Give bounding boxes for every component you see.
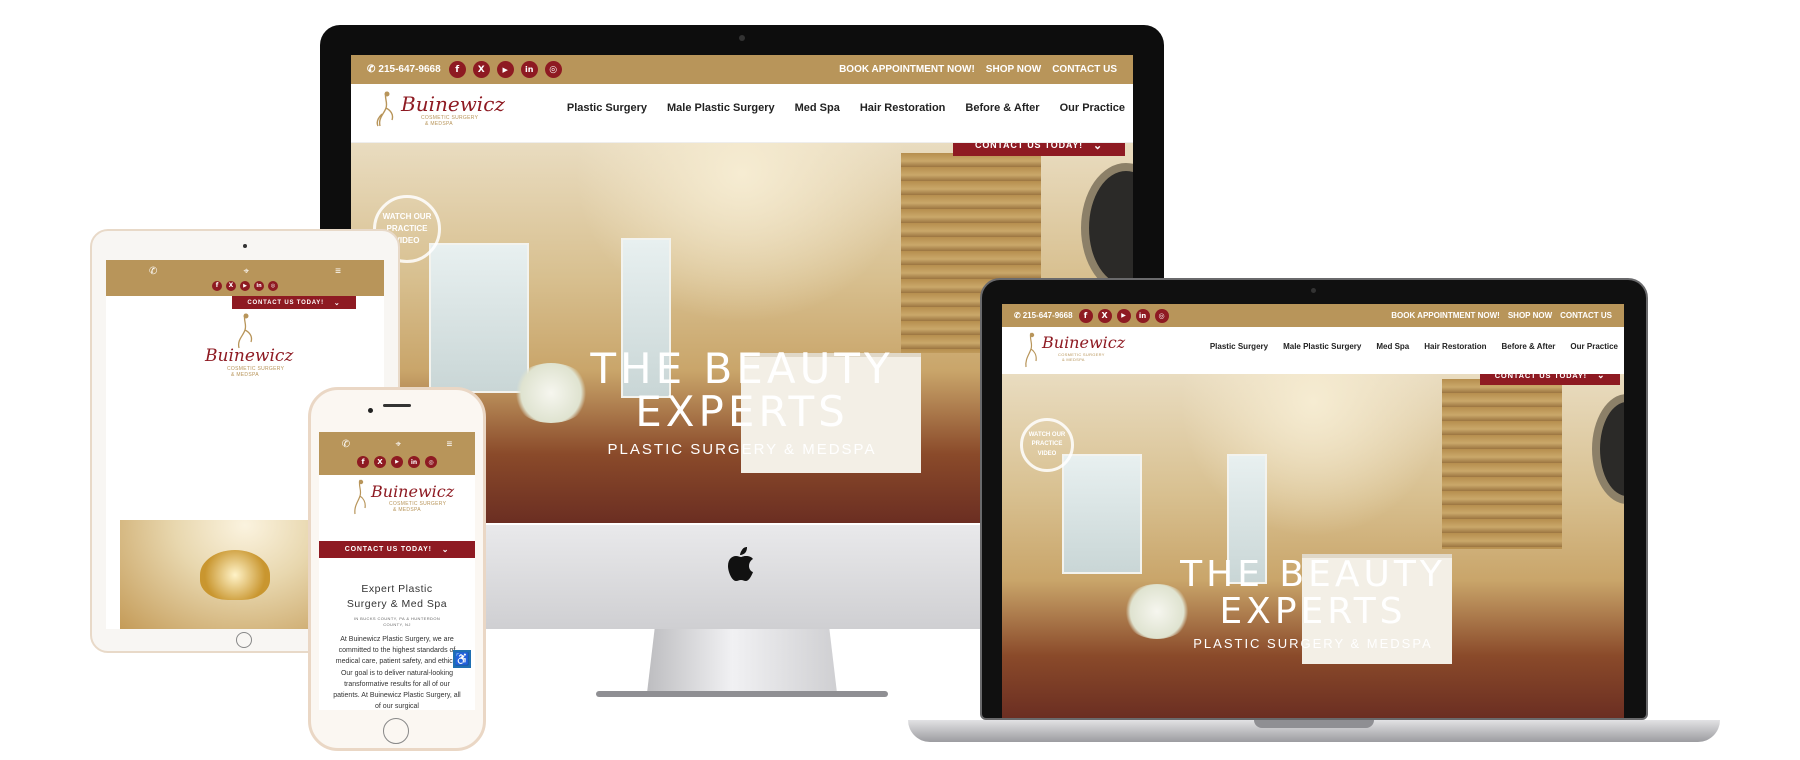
nav-hair-restoration[interactable]: Hair Restoration xyxy=(1424,342,1486,351)
contact-us-link[interactable]: CONTACT US xyxy=(1052,64,1117,75)
nav-hair-restoration[interactable]: Hair Restoration xyxy=(860,102,946,114)
tablet-camera xyxy=(243,244,247,248)
main-nav: Plastic Surgery Male Plastic Surgery Med… xyxy=(1210,342,1618,351)
facebook-icon[interactable]: f xyxy=(357,456,369,468)
nav-our-practice[interactable]: Our Practice xyxy=(1570,342,1618,351)
instagram-icon[interactable]: ◎ xyxy=(1154,308,1169,323)
youtube-icon[interactable]: ▶ xyxy=(496,61,514,78)
x-icon[interactable]: X xyxy=(1097,308,1112,323)
nav-plastic-surgery[interactable]: Plastic Surgery xyxy=(567,102,647,114)
instagram-icon[interactable]: ◎ xyxy=(268,280,278,291)
nav-before-after[interactable]: Before & After xyxy=(965,102,1039,114)
top-bar: ✆ 215-647-9668 f X ▶ in ◎ BOOK APPOINTME… xyxy=(1002,304,1624,327)
x-icon[interactable]: X xyxy=(374,456,386,468)
tablet-home-button xyxy=(236,632,252,648)
contact-us-today-button[interactable]: CONTACT US TODAY! ⌄ xyxy=(953,143,1125,156)
laptop-screen: ✆ 215-647-9668 f X ▶ in ◎ BOOK APPOINTME… xyxy=(1002,304,1624,718)
main-nav: Plastic Surgery Male Plastic Surgery Med… xyxy=(567,102,1125,114)
social-icons: f X ▶ in ◎ xyxy=(448,61,562,78)
contact-us-link[interactable]: CONTACT US xyxy=(1560,311,1612,320)
contact-us-today-button[interactable]: CONTACT US TODAY! ⌄ xyxy=(319,541,475,558)
nav-before-after[interactable]: Before & After xyxy=(1501,342,1555,351)
header: Buinewicz COSMETIC SURGERY & MEDSPA Plas… xyxy=(1002,327,1624,374)
x-icon[interactable]: X xyxy=(472,61,490,78)
header: Buinewicz COSMETIC SURGERY & MEDSPA Plas… xyxy=(351,84,1133,143)
phone-icon[interactable]: ✆ xyxy=(342,439,350,450)
imac-camera xyxy=(739,35,745,41)
hero: WATCH OUR PRACTICE VIDEO THE BEAUTY EXPERT… xyxy=(1002,374,1624,718)
contact-us-today-button[interactable]: CONTACT US TODAY! ⌄ xyxy=(232,296,356,309)
logo[interactable]: Buinewicz COSMETIC SURGERY & MEDSPA xyxy=(1020,331,1125,371)
phone-number[interactable]: 215-647-9668 xyxy=(378,64,440,75)
apple-logo-icon xyxy=(725,545,759,585)
laptop-device: ✆ 215-647-9668 f X ▶ in ◎ BOOK APPOINTME… xyxy=(908,278,1720,750)
instagram-icon[interactable]: ◎ xyxy=(425,456,437,468)
logo[interactable]: Buinewicz COSMETIC SURGERY & MEDSPA xyxy=(373,90,505,136)
logo-subtitle-2: & MEDSPA xyxy=(425,121,453,127)
watch-video-button[interactable]: WATCH OUR PRACTICE VIDEO xyxy=(1020,418,1074,472)
contact-us-today-button[interactable]: CONTACT US TODAY! ⌄ xyxy=(1480,374,1620,385)
phone-home-button xyxy=(383,718,409,744)
phone-screen: ✆ ⌖ ≡ f X ▶ in ◎ Buinewicz COSMETIC SURG… xyxy=(319,432,475,710)
hero-title-line1: THE BEAUTY xyxy=(1180,554,1446,595)
nav-male-plastic-surgery[interactable]: Male Plastic Surgery xyxy=(1283,342,1361,351)
logo-name: Buinewicz xyxy=(401,92,505,116)
menu-icon[interactable]: ≡ xyxy=(446,439,452,450)
nav-med-spa[interactable]: Med Spa xyxy=(1376,342,1409,351)
laptop-notch xyxy=(1254,720,1374,728)
youtube-icon[interactable]: ▶ xyxy=(240,280,250,291)
accessibility-icon[interactable]: ♿ xyxy=(453,650,471,668)
laptop-camera xyxy=(1311,288,1316,293)
facebook-icon[interactable]: f xyxy=(212,280,222,291)
phone-speaker xyxy=(383,404,411,407)
chandelier-image xyxy=(200,550,270,600)
hero-subtitle: PLASTIC SURGERY & MEDSPA xyxy=(1193,636,1433,651)
linkedin-icon[interactable]: in xyxy=(254,280,264,291)
location-text: IN BUCKS COUNTY, PA & HUNTERDON COUNTY, … xyxy=(353,616,441,628)
hero-title-line2: EXPERTS xyxy=(1219,591,1407,632)
shop-now-link[interactable]: SHOP NOW xyxy=(1508,311,1552,320)
instagram-icon[interactable]: ◎ xyxy=(544,61,562,78)
phone-icon[interactable]: ✆ xyxy=(149,266,157,277)
phone-device: ✆ ⌖ ≡ f X ▶ in ◎ Buinewicz COSMETIC SURG… xyxy=(308,387,486,751)
facebook-icon[interactable]: f xyxy=(448,61,466,78)
tablet-top-bar: ✆ ⌖ ≡ f X ▶ in ◎ xyxy=(106,260,384,296)
phone-top-bar: ✆ ⌖ ≡ f X ▶ in ◎ xyxy=(319,432,475,475)
imac-stand xyxy=(647,629,837,693)
menu-icon[interactable]: ≡ xyxy=(335,266,341,277)
linkedin-icon[interactable]: in xyxy=(1135,308,1150,323)
imac-stand-foot xyxy=(596,691,888,697)
book-appointment-link[interactable]: BOOK APPOINTMENT NOW! xyxy=(1391,311,1500,320)
youtube-icon[interactable]: ▶ xyxy=(391,456,403,468)
section-heading: Expert Plastic Surgery & Med Spa xyxy=(346,583,448,610)
location-pin-icon[interactable]: ⌖ xyxy=(243,266,249,277)
logo[interactable]: Buinewicz COSMETIC SURGERY & MEDSPA xyxy=(201,312,293,382)
nav-male-plastic-surgery[interactable]: Male Plastic Surgery xyxy=(667,102,775,114)
nav-med-spa[interactable]: Med Spa xyxy=(795,102,840,114)
nav-plastic-surgery[interactable]: Plastic Surgery xyxy=(1210,342,1268,351)
linkedin-icon[interactable]: in xyxy=(408,456,420,468)
intro-paragraph: At Buinewicz Plastic Surgery, we are com… xyxy=(333,636,461,710)
facebook-icon[interactable]: f xyxy=(1078,308,1093,323)
phone-number[interactable]: 215-647-9668 xyxy=(1023,311,1073,320)
nav-our-practice[interactable]: Our Practice xyxy=(1060,102,1125,114)
phone-icon[interactable]: ✆ xyxy=(1014,311,1021,320)
book-appointment-link[interactable]: BOOK APPOINTMENT NOW! xyxy=(839,64,975,75)
phone-icon[interactable]: ✆ xyxy=(367,64,375,75)
phone-camera xyxy=(368,408,373,413)
logo[interactable]: Buinewicz COSMETIC SURGERY & MEDSPA xyxy=(349,478,454,522)
top-bar: ✆ 215-647-9668 f X ▶ in ◎ BOOK APPOINTME… xyxy=(351,55,1133,84)
shop-now-link[interactable]: SHOP NOW xyxy=(986,64,1041,75)
linkedin-icon[interactable]: in xyxy=(520,61,538,78)
location-pin-icon[interactable]: ⌖ xyxy=(395,439,401,450)
x-icon[interactable]: X xyxy=(226,280,236,291)
youtube-icon[interactable]: ▶ xyxy=(1116,308,1131,323)
